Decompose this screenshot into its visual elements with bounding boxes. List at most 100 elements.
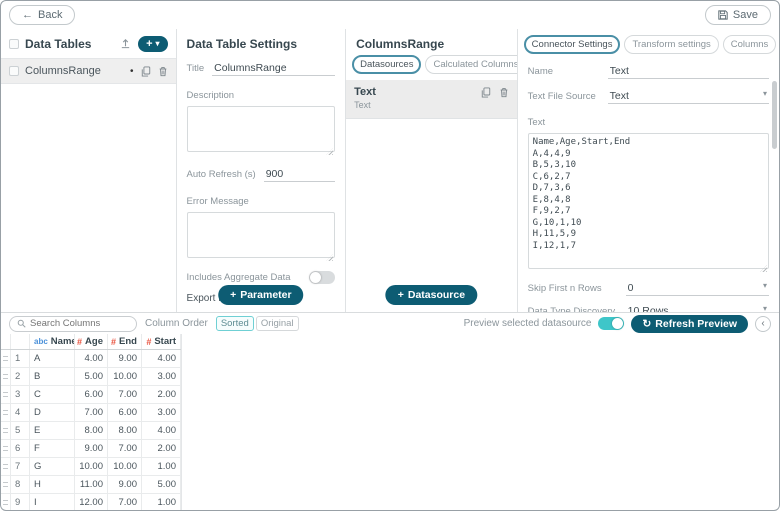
preview-table-body: 1 A 4.00 9.00 4.00 2 B 5.00 10.00 3.00 3… (1, 350, 181, 511)
column-header-start[interactable]: # Start (142, 334, 181, 349)
error-message-textarea[interactable] (187, 212, 336, 258)
row-grip[interactable] (1, 386, 11, 404)
cell-start: 4.00 (142, 350, 181, 368)
item-checkbox[interactable] (9, 66, 19, 76)
type-discovery-select[interactable]: 10 Rows (626, 304, 769, 312)
data-tables-title: Data Tables (25, 37, 91, 51)
auto-refresh-input[interactable] (264, 167, 335, 182)
table-row[interactable]: 6 F 9.00 7.00 2.00 (1, 440, 181, 458)
table-row[interactable]: 1 A 4.00 9.00 4.00 (1, 350, 181, 368)
cell-age: 6.00 (75, 386, 108, 404)
save-button[interactable]: Save (705, 5, 771, 25)
description-textarea[interactable] (187, 106, 336, 152)
table-row[interactable]: 8 H 11.00 9.00 5.00 (1, 476, 181, 494)
trash-icon[interactable] (499, 87, 509, 98)
file-source-label: Text File Source (528, 91, 600, 102)
include-columns-select[interactable]: All (273, 310, 335, 312)
search-box[interactable] (9, 316, 137, 332)
preview-toggle[interactable] (598, 317, 624, 330)
row-grip[interactable] (1, 404, 11, 422)
skip-rows-label: Skip First n Rows (528, 283, 618, 294)
connector-settings-panel: Connector Settings Transform settings Co… (518, 29, 779, 312)
collapse-panel-button[interactable]: ‹ (755, 316, 771, 332)
scrollbar[interactable] (772, 81, 777, 149)
upload-icon[interactable] (120, 38, 131, 49)
modified-dot-icon: • (130, 66, 134, 77)
preview-table: abc Name # Age # End # Start 1 A (1, 334, 182, 511)
cell-start: 3.00 (142, 404, 181, 422)
datasource-title: Text (354, 86, 376, 98)
type-discovery-label: Data Type Discovery (528, 306, 618, 312)
cell-start: 5.00 (142, 476, 181, 494)
column-header-name[interactable]: abc Name (30, 334, 75, 349)
row-grip[interactable] (1, 440, 11, 458)
description-label: Description (187, 90, 235, 101)
table-row[interactable]: 9 I 12.00 7.00 1.00 (1, 494, 181, 511)
cell-age: 5.00 (75, 368, 108, 386)
cell-name: I (30, 494, 75, 511)
top-bar: ← Back Save (1, 1, 779, 29)
text-data-textarea[interactable]: Name,Age,Start,End A,4,4,9 B,5,3,10 C,6,… (528, 133, 769, 269)
row-grip[interactable] (1, 494, 11, 511)
auto-refresh-label: Auto Refresh (s) (187, 169, 256, 180)
cell-end: 7.00 (108, 440, 142, 458)
tab-connector-settings[interactable]: Connector Settings (524, 35, 621, 54)
tab-calculated-columns[interactable]: Calculated Columns (425, 55, 517, 74)
preview-table-area: abc Name # Age # End # Start 1 A (1, 334, 779, 511)
table-row[interactable]: 2 B 5.00 10.00 3.00 (1, 368, 181, 386)
row-grip[interactable] (1, 368, 11, 386)
back-button[interactable]: ← Back (9, 5, 75, 25)
numeric-type-icon: # (146, 337, 151, 347)
data-table-list-item[interactable]: ColumnsRange • (1, 59, 176, 84)
row-grip[interactable] (1, 350, 11, 368)
row-number: 2 (11, 368, 30, 386)
name-input[interactable] (608, 64, 769, 79)
add-datasource-button[interactable]: + Datasource (386, 285, 477, 305)
table-row[interactable]: 7 G 10.00 10.00 1.00 (1, 458, 181, 476)
table-row[interactable]: 4 D 7.00 6.00 3.00 (1, 404, 181, 422)
title-input[interactable] (212, 61, 335, 76)
table-row[interactable]: 3 C 6.00 7.00 2.00 (1, 386, 181, 404)
tab-transform-settings[interactable]: Transform settings (624, 35, 718, 54)
preview-selected-label: Preview selected datasource (464, 318, 592, 329)
original-button[interactable]: Original (256, 316, 299, 331)
add-data-table-button[interactable]: + ▾ (138, 36, 167, 52)
settings-title: Data Table Settings (187, 37, 336, 51)
select-all-checkbox[interactable] (9, 39, 19, 49)
cell-end: 9.00 (108, 476, 142, 494)
add-parameter-button[interactable]: + Parameter (218, 285, 304, 305)
refresh-preview-button[interactable]: ↻ Refresh Preview (631, 315, 748, 333)
cell-end: 9.00 (108, 350, 142, 368)
tab-datasources[interactable]: Datasources (352, 55, 421, 74)
plus-icon: + (230, 289, 236, 301)
back-label: Back (38, 9, 62, 21)
column-header-age[interactable]: # Age (75, 334, 108, 349)
sorted-button[interactable]: Sorted (216, 316, 254, 331)
row-number: 5 (11, 422, 30, 440)
table-row[interactable]: 5 E 8.00 8.00 4.00 (1, 422, 181, 440)
cell-name: G (30, 458, 75, 476)
numeric-type-icon: # (77, 337, 82, 347)
row-grip[interactable] (1, 458, 11, 476)
skip-rows-select[interactable]: 0 (626, 281, 769, 296)
file-source-select[interactable]: Text (608, 89, 769, 104)
cell-name: F (30, 440, 75, 458)
row-grip[interactable] (1, 422, 11, 440)
search-icon (17, 319, 26, 328)
cell-age: 10.00 (75, 458, 108, 476)
cell-name: B (30, 368, 75, 386)
copy-icon[interactable] (481, 87, 491, 98)
row-grip[interactable] (1, 476, 11, 494)
cell-name: C (30, 386, 75, 404)
search-columns-input[interactable] (30, 318, 129, 329)
column-header-end[interactable]: # End (108, 334, 142, 349)
tab-columns[interactable]: Columns (723, 35, 777, 54)
grip-header (1, 334, 11, 349)
cell-name: H (30, 476, 75, 494)
datasource-list-item[interactable]: Text Text (346, 80, 517, 119)
trash-icon[interactable] (158, 66, 168, 77)
copy-icon[interactable] (141, 66, 151, 77)
aggregate-toggle[interactable] (309, 271, 335, 284)
cell-start: 2.00 (142, 386, 181, 404)
cell-end: 6.00 (108, 404, 142, 422)
